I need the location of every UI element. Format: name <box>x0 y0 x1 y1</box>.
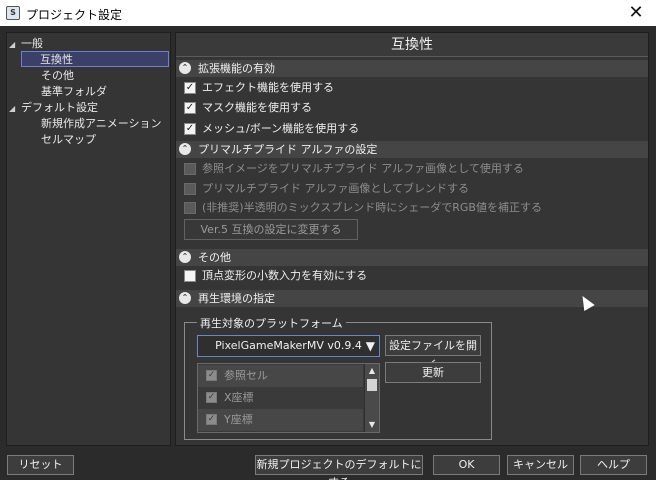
tree-item-label: セルマップ <box>41 133 96 146</box>
tree-item-base-folder[interactable]: 基準フォルダ <box>41 84 107 100</box>
checkbox-box[interactable] <box>184 183 196 195</box>
window-title: プロジェクト設定 <box>26 8 123 22</box>
list-scrollbar[interactable]: ▲ ▼ <box>364 364 379 432</box>
cancel-button[interactable]: キャンセル <box>507 455 574 475</box>
checkbox-box[interactable]: ✓ <box>184 102 196 114</box>
checkbox-box[interactable]: ✓ <box>184 82 196 94</box>
close-icon[interactable]: ✕ <box>616 0 656 26</box>
section-label: 再生環境の指定 <box>198 292 275 305</box>
tree-item-label: デフォルト設定 <box>21 101 98 114</box>
property-list: ✓ 参照セル ✓ X座標 ✓ Y座標 ▲ ▼ <box>197 363 380 433</box>
tree-item-other[interactable]: その他 <box>41 68 74 84</box>
update-button[interactable]: 更新 <box>385 362 481 383</box>
checkbox-box[interactable] <box>184 202 196 214</box>
checkbox-label: エフェクト機能を使用する <box>202 81 334 94</box>
panel-title: 互換性 <box>176 33 648 57</box>
scroll-thumb[interactable] <box>367 379 377 391</box>
checkbox-box[interactable]: ✓ <box>206 370 217 381</box>
collapse-icon[interactable]: ⌃ <box>179 143 191 155</box>
tree-item-label: 互換性 <box>40 53 73 66</box>
checkbox-label: (非推奨)半透明のミックスブレンド時にシェーダでRGB値を補正する <box>202 201 542 214</box>
tree-item-label: 基準フォルダ <box>41 85 107 98</box>
list-item-label: 参照セル <box>224 369 268 382</box>
checkbox-label: 頂点変形の小数入力を有効にする <box>202 269 368 282</box>
list-item[interactable]: ✓ X座標 <box>198 387 363 409</box>
scroll-down-icon[interactable]: ▼ <box>365 418 379 432</box>
section-label: その他 <box>198 251 231 264</box>
app-icon: S <box>6 6 20 20</box>
tree-item-label: その他 <box>41 69 74 82</box>
open-settings-file-button[interactable]: 設定ファイルを開く <box>385 335 481 371</box>
chevron-down-icon[interactable]: ▼ <box>366 336 375 356</box>
section-label: 拡張機能の有効 <box>198 62 275 75</box>
list-item-label: Y座標 <box>224 413 253 426</box>
ver5-compat-button[interactable]: Ver.5 互換の設定に変更する <box>184 219 358 240</box>
settings-tree: ◢ 一般 互換性 その他 基準フォルダ ◢ デフォルト設定 新規作成アニメーション … <box>6 32 171 446</box>
collapse-icon[interactable]: ⌃ <box>179 62 191 74</box>
tree-item-default-settings[interactable]: ◢ デフォルト設定 <box>9 100 98 116</box>
tree-item-new-animation[interactable]: 新規作成アニメーション <box>41 116 162 132</box>
checkbox-label: マスク機能を使用する <box>202 101 312 114</box>
section-header-other[interactable]: ⌃ その他 <box>176 249 648 266</box>
list-item[interactable]: ✓ Y座標 <box>198 409 363 431</box>
checkbox-box[interactable] <box>184 163 196 175</box>
tree-item-general[interactable]: ◢ 一般 <box>9 36 43 52</box>
platform-select-value: PixelGameMakerMV v0.9.4 <box>215 339 362 352</box>
platform-select[interactable]: PixelGameMakerMV v0.9.4 ▼ <box>197 335 380 357</box>
checkbox-label: 参照イメージをプリマルチプライド アルファ画像として使用する <box>202 162 524 175</box>
checkbox-label: プリマルチプライド アルファ画像としてブレンドする <box>202 182 470 195</box>
platform-groupbox: 再生対象のプラットフォーム PixelGameMakerMV v0.9.4 ▼ … <box>184 315 492 440</box>
list-item-label: X座標 <box>224 391 254 404</box>
title-bar: S プロジェクト設定 ✕ <box>0 0 656 26</box>
settings-panel: 互換性 ⌃ 拡張機能の有効 ✓ エフェクト機能を使用する ✓ マスク機能を使用す… <box>175 32 649 446</box>
help-button[interactable]: ヘルプ <box>580 455 647 475</box>
checkbox-box[interactable]: ✓ <box>206 414 217 425</box>
checkbox-box[interactable]: ✓ <box>206 392 217 403</box>
checkbox-box[interactable] <box>184 270 196 282</box>
expand-arrow-icon[interactable]: ◢ <box>9 101 21 117</box>
tree-item-cellmap[interactable]: セルマップ <box>41 132 96 148</box>
reset-button[interactable]: リセット <box>7 455 74 475</box>
section-header-extensions[interactable]: ⌃ 拡張機能の有効 <box>176 60 648 77</box>
ok-button[interactable]: OK <box>433 455 500 475</box>
expand-arrow-icon[interactable]: ◢ <box>9 37 21 53</box>
section-label: プリマルチプライド アルファの設定 <box>198 143 378 156</box>
collapse-icon[interactable]: ⌃ <box>179 292 191 304</box>
collapse-icon[interactable]: ⌃ <box>179 251 191 263</box>
groupbox-label: 再生対象のプラットフォーム <box>197 315 346 331</box>
tree-item-label: 一般 <box>21 37 43 50</box>
checkbox-box[interactable]: ✓ <box>184 123 196 135</box>
tree-item-compatibility[interactable]: 互換性 <box>21 51 169 67</box>
list-item[interactable]: ✓ 参照セル <box>198 365 363 387</box>
scroll-up-icon[interactable]: ▲ <box>365 364 379 378</box>
checkbox-label: メッシュ/ボーン機能を使用する <box>202 122 360 135</box>
section-header-premultiplied[interactable]: ⌃ プリマルチプライド アルファの設定 <box>176 141 648 158</box>
tree-item-label: 新規作成アニメーション <box>41 117 162 130</box>
set-default-button[interactable]: 新規プロジェクトのデフォルトにする <box>255 455 423 480</box>
